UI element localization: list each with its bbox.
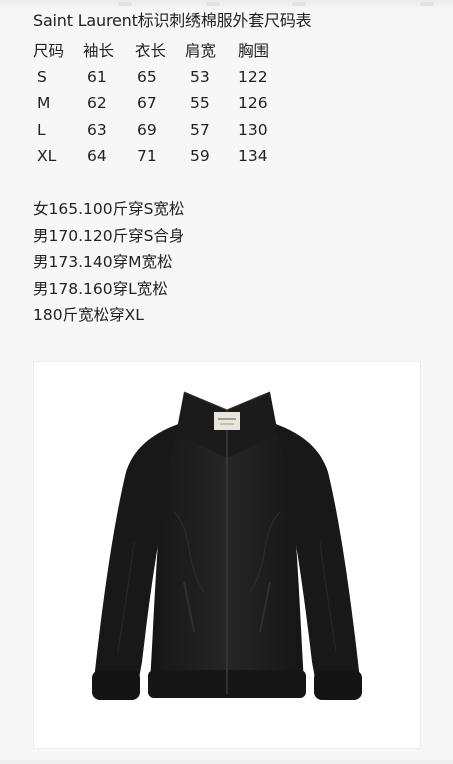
product-photo[interactable] [33,361,421,749]
cell-chest: 126 [238,94,268,113]
cell-shoulder-width: 57 [190,120,210,139]
table-row: L 63 69 57 130 [33,117,298,144]
cell-chest: 134 [238,147,268,166]
cell-size: L [37,120,46,139]
bottom-edge [0,760,453,764]
neck-label [214,412,240,430]
table-row: S 61 65 53 122 [33,64,298,91]
cell-body-length: 67 [137,94,157,113]
top-edge [0,0,453,10]
fit-note: 180斤宽松穿XL [33,306,144,324]
left-cuff [92,670,140,700]
header-chest: 胸围 [238,42,270,61]
jacket-image [92,391,362,700]
cell-chest: 130 [238,120,268,139]
fit-note: 男170.120斤穿S合身 [33,226,185,245]
cell-size: S [37,67,47,86]
cell-shoulder-width: 59 [190,147,210,166]
fit-note: 女165.100斤穿S宽松 [33,200,185,218]
cell-body-length: 71 [137,147,157,166]
cell-sleeve-length: 61 [87,67,107,86]
top-edge-mark [420,2,434,6]
size-chart-table: 尺码 袖长 衣长 肩宽 胸围 S 61 65 53 122 M 62 67 55… [33,37,298,170]
top-edge-mark [118,2,132,6]
top-edge-mark [292,2,306,6]
cell-chest: 122 [238,67,268,86]
table-row: XL 64 71 59 134 [33,143,298,170]
cell-size: XL [37,147,57,166]
header-sleeve-length: 袖长 [83,42,115,61]
header-body-length: 衣长 [135,42,167,61]
header-size: 尺码 [33,42,65,61]
cell-sleeve-length: 63 [87,120,107,139]
header-shoulder-width: 肩宽 [185,42,217,61]
page-title: Saint Laurent标识刺绣棉服外套尺码表 [33,11,312,30]
cell-body-length: 69 [137,120,157,139]
fit-recommendations: 女165.100斤穿S宽松 男170.120斤穿S合身 男173.140穿M宽松… [33,196,184,329]
right-cuff [314,670,362,700]
cell-sleeve-length: 62 [87,94,107,113]
cell-shoulder-width: 53 [190,67,210,86]
table-row: M 62 67 55 126 [33,90,298,117]
cell-size: M [37,94,51,113]
cell-shoulder-width: 55 [190,94,210,113]
top-edge-mark [206,2,220,6]
fit-note: 男178.160穿L宽松 [33,279,168,298]
cell-body-length: 65 [137,67,157,86]
cell-sleeve-length: 64 [87,147,107,166]
size-table-header-row: 尺码 袖长 衣长 肩宽 胸围 [33,37,298,64]
fit-note: 男173.140穿M宽松 [33,253,173,271]
